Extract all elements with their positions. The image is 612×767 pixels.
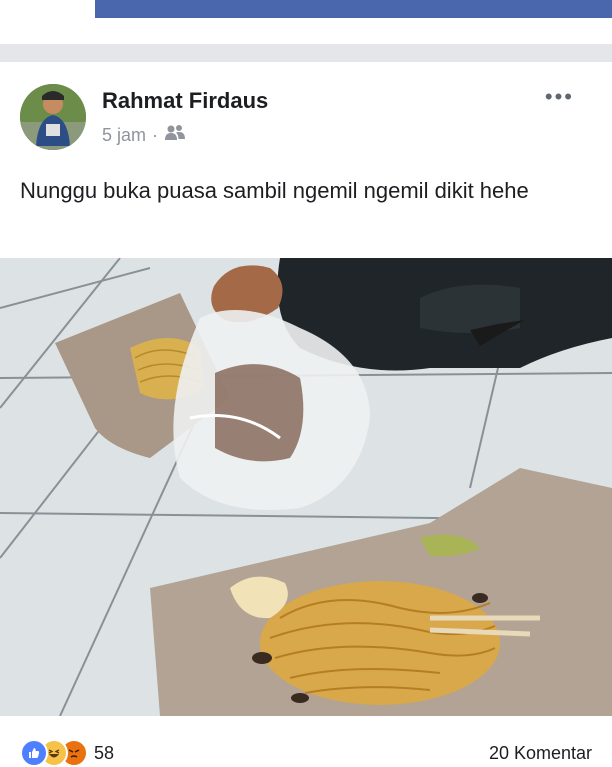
top-blue-strip — [95, 0, 612, 18]
post-photo[interactable] — [0, 258, 612, 716]
like-reaction-icon — [20, 739, 48, 767]
author-name[interactable]: Rahmat Firdaus — [102, 88, 268, 114]
feed-separator — [0, 44, 612, 62]
friends-audience-icon — [164, 124, 186, 147]
more-options-icon[interactable]: ••• — [545, 84, 574, 110]
top-nav-bar — [0, 0, 612, 20]
post-footer: 58 20 Komentar — [0, 735, 612, 767]
post-caption: Nunggu buka puasa sambil ngemil ngemil d… — [20, 178, 529, 203]
post-time[interactable]: 5 jam — [102, 125, 146, 146]
reaction-summary[interactable]: 58 — [20, 739, 114, 767]
comment-count-link[interactable]: 20 Komentar — [489, 743, 592, 764]
post-card: Rahmat Firdaus 5 jam · ••• Nunggu buka p… — [0, 62, 612, 767]
post-meta: 5 jam · — [102, 124, 186, 147]
avatar[interactable] — [20, 84, 86, 150]
meta-separator: · — [152, 125, 159, 145]
reaction-count: 58 — [94, 742, 115, 763]
